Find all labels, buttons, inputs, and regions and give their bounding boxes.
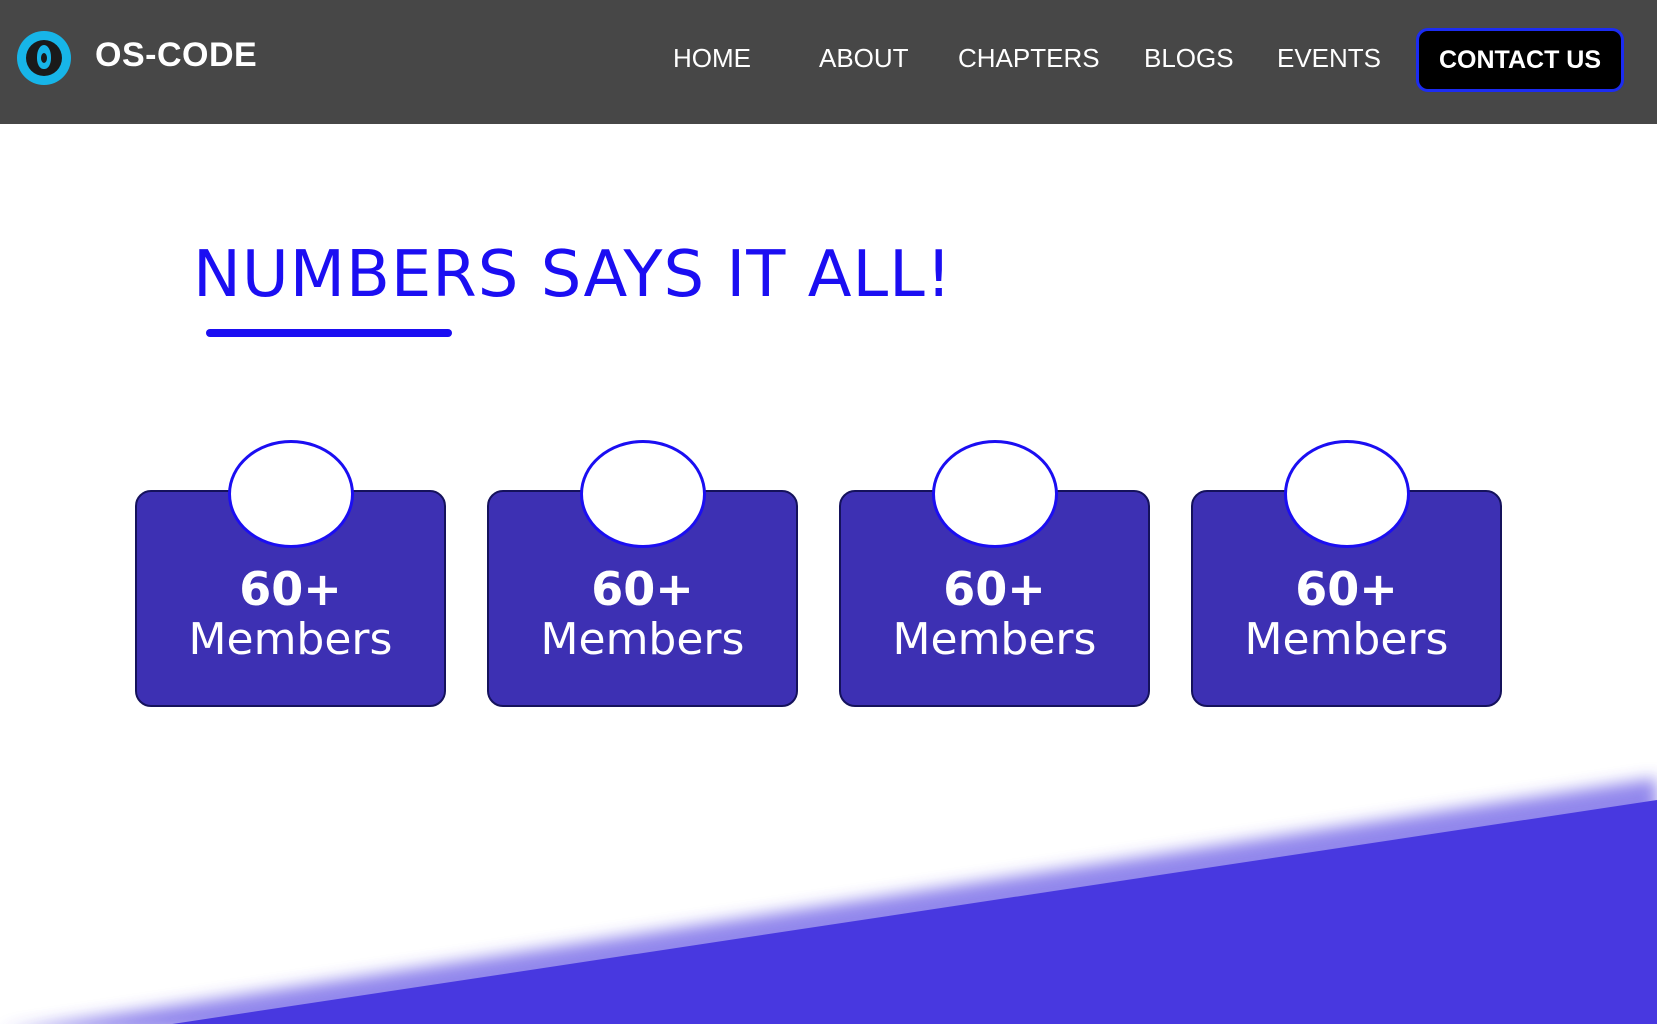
nav-about[interactable]: ABOUT — [819, 43, 909, 74]
navbar: OS-CODE HOME ABOUT CHAPTERS BLOGS EVENTS… — [0, 0, 1657, 124]
stat-label: Members — [1244, 614, 1449, 665]
flame-icon — [37, 45, 51, 69]
nav-home[interactable]: HOME — [673, 43, 751, 74]
nav-events[interactable]: EVENTS — [1277, 43, 1381, 74]
section-title: NUMBERS SAYS IT ALL! — [193, 238, 953, 312]
logo-icon[interactable] — [17, 31, 71, 85]
stat-value: 60+ — [943, 562, 1046, 616]
stat-card: 60+ Members — [487, 440, 798, 707]
nav-chapters[interactable]: CHAPTERS — [958, 43, 1100, 74]
contact-us-button[interactable]: CONTACT US — [1416, 28, 1624, 92]
stat-value: 60+ — [239, 562, 342, 616]
flame-core — [41, 53, 47, 63]
stat-circle — [1284, 440, 1410, 548]
stat-label: Members — [188, 614, 393, 665]
stat-label: Members — [892, 614, 1097, 665]
stat-value: 60+ — [1295, 562, 1398, 616]
brand-name[interactable]: OS-CODE — [95, 36, 257, 75]
stat-circle — [228, 440, 354, 548]
stat-label: Members — [540, 614, 745, 665]
logo-inner — [26, 40, 62, 76]
nav-blogs[interactable]: BLOGS — [1144, 43, 1234, 74]
stat-card: 60+ Members — [135, 440, 446, 707]
stat-value: 60+ — [591, 562, 694, 616]
stat-circle — [580, 440, 706, 548]
decorative-wave — [52, 778, 1657, 1024]
stat-circle — [932, 440, 1058, 548]
stat-card: 60+ Members — [839, 440, 1150, 707]
title-underline — [206, 329, 452, 337]
stat-card: 60+ Members — [1191, 440, 1502, 707]
